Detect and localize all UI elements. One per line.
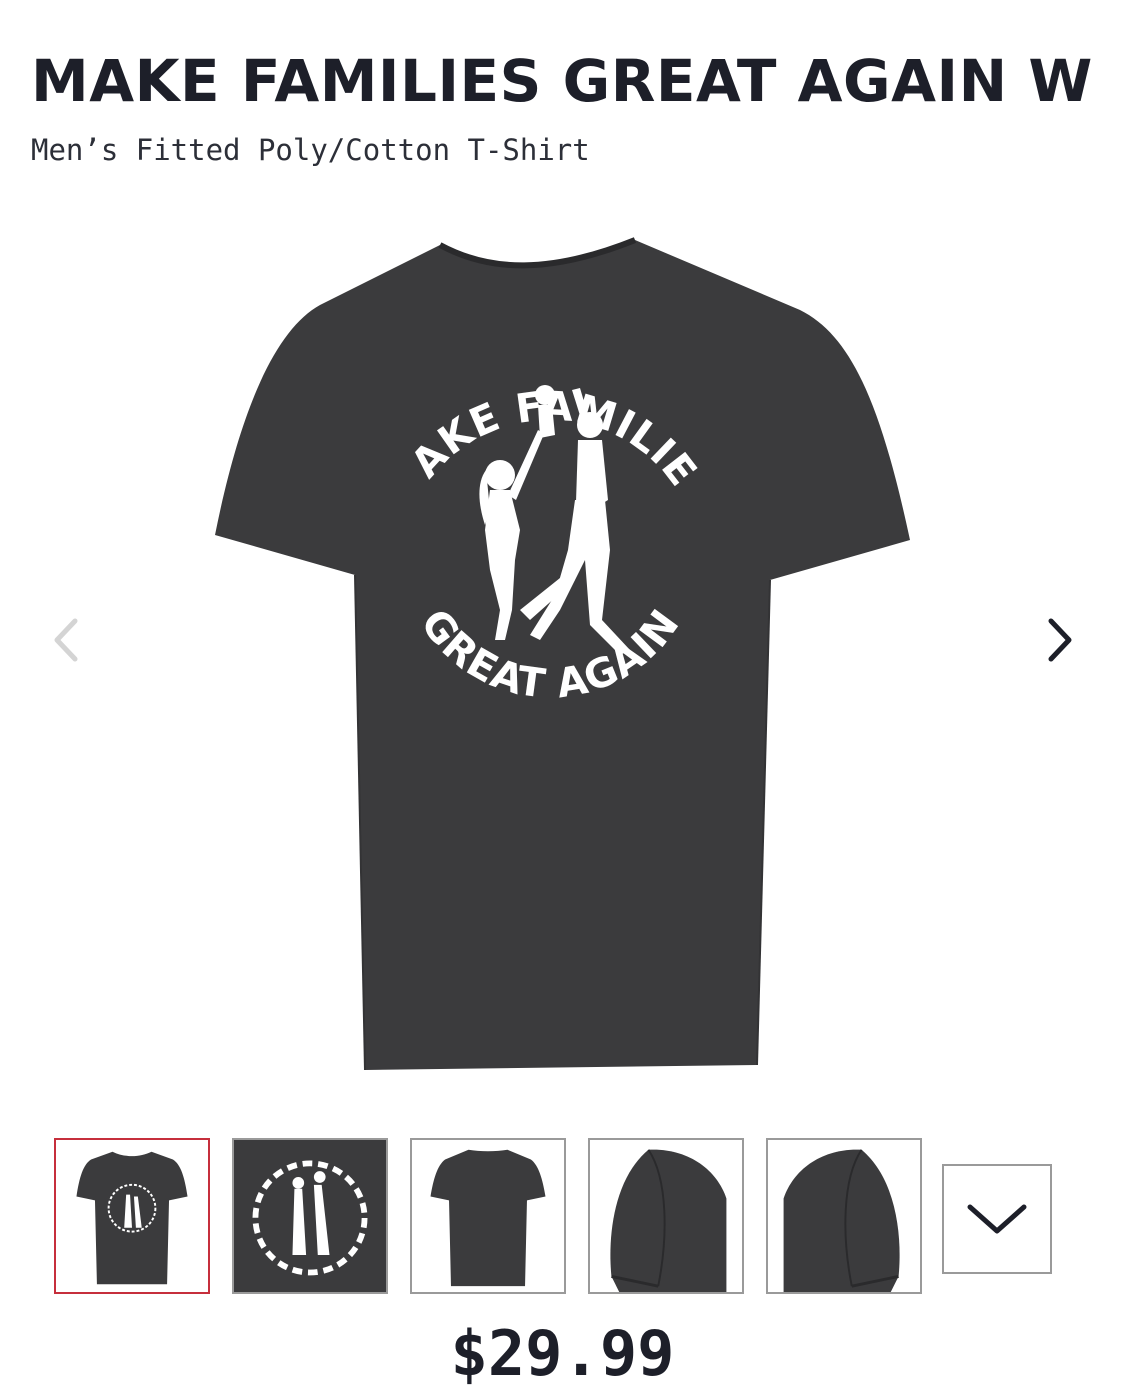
thumbnail-back-image [430, 1149, 546, 1287]
thumbnail-strip [0, 1138, 1125, 1300]
main-product-image: MAKE FAMILIES GREAT AGAIN [190, 210, 910, 1071]
chevron-down-icon [967, 1204, 1027, 1234]
thumbnail-back[interactable] [410, 1138, 566, 1294]
thumbnail-design-image [234, 1140, 386, 1292]
thumbnail-left-sleeve[interactable] [588, 1138, 744, 1294]
chevron-left-icon [54, 618, 78, 662]
prev-image-button[interactable] [36, 605, 96, 675]
thumbnail-front-image [76, 1151, 188, 1285]
shirt-shape [215, 240, 910, 1070]
next-image-button[interactable] [1030, 605, 1090, 675]
product-subtitle: Men’s Fitted Poly/Cotton T-Shirt [31, 133, 590, 167]
image-carousel: MAKE FAMILIES GREAT AGAIN [0, 190, 1125, 1100]
thumbnail-design-closeup[interactable] [232, 1138, 388, 1294]
product-title: MAKE FAMILIES GREAT AGAIN W [31, 47, 1093, 115]
thumbnail-front[interactable] [54, 1138, 210, 1294]
show-more-thumbnails-button[interactable] [942, 1164, 1052, 1274]
thumbnail-left-sleeve-image [610, 1149, 727, 1292]
chevron-right-icon [1048, 618, 1072, 662]
thumbnail-right-sleeve[interactable] [766, 1138, 922, 1294]
product-price: $29.99 [450, 1317, 675, 1390]
thumbnail-right-sleeve-image [783, 1149, 900, 1292]
